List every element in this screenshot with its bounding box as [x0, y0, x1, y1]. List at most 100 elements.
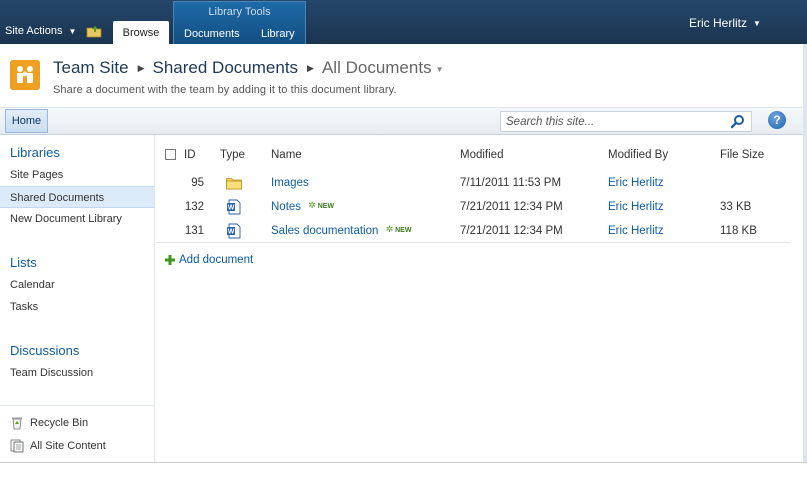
topnav-home[interactable]: Home — [5, 109, 48, 133]
select-all-cell — [165, 143, 176, 167]
current-view-label: All Documents — [321, 58, 432, 77]
item-name-link[interactable]: Sales documentation — [271, 225, 378, 237]
item-id: 132 — [184, 201, 204, 213]
quick-launch: Libraries Site Pages Shared Documents Ne… — [0, 135, 155, 462]
column-header-modified-by[interactable]: Modified By — [608, 143, 668, 167]
recycle-bin-icon — [12, 417, 22, 430]
add-icon — [165, 255, 175, 265]
search-icon[interactable] — [730, 114, 746, 130]
nav-item-site-pages[interactable]: Site Pages — [0, 164, 154, 186]
user-name: Eric Herlitz — [689, 16, 748, 30]
nav-header-discussions[interactable]: Discussions — [10, 343, 79, 358]
modified-by-link[interactable]: Eric Herlitz — [608, 177, 664, 189]
nav-item-shared-documents[interactable]: Shared Documents — [0, 186, 154, 208]
item-name-cell: Notes ✲ NEW — [271, 195, 334, 219]
column-header-id[interactable]: ID — [184, 143, 196, 167]
table-row[interactable]: 132 W Notes ✲ NEW 7/21/2011 12:34 PM Eri… — [156, 195, 786, 219]
item-type-cell — [220, 171, 242, 195]
breadcrumb-separator-icon: ▶ — [307, 62, 314, 73]
table-row[interactable]: 131 W Sales documentation ✲ NEW 7/21/201… — [156, 219, 786, 243]
user-menu[interactable]: Eric Herlitz ▼ — [689, 16, 761, 30]
item-name-link[interactable]: Images — [271, 177, 309, 189]
all-site-content-link[interactable]: All Site Content — [10, 439, 106, 453]
list-divider — [156, 242, 790, 243]
nav-item-team-discussion[interactable]: Team Discussion — [0, 362, 154, 384]
nav-item-calendar[interactable]: Calendar — [0, 274, 154, 296]
site-logo-icon[interactable] — [10, 60, 40, 90]
item-modified: 7/21/2011 12:34 PM — [460, 225, 563, 237]
new-badge-label: NEW — [317, 203, 335, 210]
svg-text:W: W — [228, 229, 235, 236]
modified-by-link[interactable]: Eric Herlitz — [608, 201, 664, 213]
breadcrumb-separator-icon: ▶ — [137, 62, 145, 73]
item-name-link[interactable]: Notes — [271, 201, 301, 213]
help-icon[interactable]: ? — [768, 111, 786, 129]
chevron-down-icon: ▼ — [753, 18, 761, 28]
column-header-file-size[interactable]: File Size — [720, 143, 764, 167]
navigate-up-icon[interactable] — [86, 25, 102, 38]
modified-by-link[interactable]: Eric Herlitz — [608, 225, 664, 237]
view-selector[interactable]: All Documents ▼ — [322, 58, 444, 78]
title-area: Team Site ▶ Shared Documents ▶ All Docum… — [0, 44, 807, 108]
breadcrumb-shared-documents[interactable]: Shared Documents — [153, 58, 299, 78]
all-site-content-icon — [10, 439, 24, 453]
nav-divider — [0, 405, 154, 406]
chevron-down-icon: ▼ — [435, 65, 444, 74]
all-site-content-label: All Site Content — [30, 440, 106, 452]
item-modified: 7/11/2011 11:53 PM — [460, 177, 562, 189]
item-file-size: 118 KB — [720, 225, 757, 237]
library-tools-label: Library Tools — [208, 6, 271, 18]
svg-text:W: W — [228, 205, 235, 212]
recycle-bin-link[interactable]: Recycle Bin — [10, 416, 88, 430]
recycle-bin-label: Recycle Bin — [30, 417, 89, 429]
item-name-cell: Sales documentation ✲ NEW — [271, 219, 411, 243]
top-navigation: Home ? — [0, 108, 807, 135]
nav-header-libraries[interactable]: Libraries — [10, 145, 60, 160]
item-id: 131 — [184, 225, 204, 237]
new-sparkle-icon: ✲ — [308, 200, 316, 210]
breadcrumb: Team Site ▶ Shared Documents ▶ All Docum… — [53, 58, 444, 78]
new-badge: ✲ NEW — [308, 200, 335, 210]
table-row[interactable]: 95 Images 7/11/2011 11:53 PM Eric Herlit… — [156, 171, 786, 195]
select-all-checkbox[interactable] — [165, 149, 176, 160]
word-doc-icon: W — [227, 223, 241, 239]
item-modified-by: Eric Herlitz — [608, 219, 664, 243]
new-badge: ✲ NEW — [385, 224, 412, 234]
item-name-cell: Images — [271, 171, 309, 195]
item-modified-by: Eric Herlitz — [608, 195, 664, 219]
item-id: 95 — [191, 177, 204, 189]
list-header-row: ID Type Name Modified Modified By File S… — [156, 143, 786, 167]
folder-icon — [226, 178, 242, 190]
column-header-type[interactable]: Type — [220, 143, 245, 167]
item-modified: 7/21/2011 12:34 PM — [460, 201, 563, 213]
tab-library[interactable]: Library — [261, 28, 295, 40]
item-type-cell: W — [220, 195, 242, 219]
main-content: ID Type Name Modified Modified By File S… — [156, 135, 806, 462]
item-file-size: 33 KB — [720, 201, 752, 213]
add-document-label: Add document — [179, 254, 254, 266]
tab-documents[interactable]: Documents — [184, 28, 240, 40]
document-list: ID Type Name Modified Modified By File S… — [156, 143, 786, 243]
window-right-edge — [803, 44, 807, 462]
search-input[interactable] — [506, 112, 724, 131]
new-sparkle-icon: ✲ — [385, 224, 394, 234]
word-doc-icon: W — [227, 199, 241, 215]
breadcrumb-team-site[interactable]: Team Site — [53, 58, 129, 78]
search-box — [500, 111, 752, 132]
window-bottom-edge — [0, 462, 807, 479]
library-tools-group: Library Tools Documents Library — [173, 1, 306, 44]
item-type-cell: W — [220, 219, 242, 243]
ribbon-bar: Site Actions ▼ Browse Library Tools Docu… — [0, 0, 807, 44]
site-actions-label: Site Actions — [5, 25, 63, 37]
site-actions-menu[interactable]: Site Actions ▼ — [5, 25, 76, 37]
new-badge-label: NEW — [395, 227, 412, 234]
column-header-modified[interactable]: Modified — [460, 143, 503, 167]
item-modified-by: Eric Herlitz — [608, 171, 664, 195]
nav-item-tasks[interactable]: Tasks — [0, 296, 154, 318]
column-header-name[interactable]: Name — [271, 143, 302, 167]
library-description: Share a document with the team by adding… — [53, 84, 397, 96]
nav-item-new-document-library[interactable]: New Document Library — [0, 208, 154, 230]
tab-browse[interactable]: Browse — [113, 21, 169, 44]
nav-header-lists[interactable]: Lists — [10, 255, 37, 270]
add-document-link[interactable]: Add document — [165, 254, 253, 266]
